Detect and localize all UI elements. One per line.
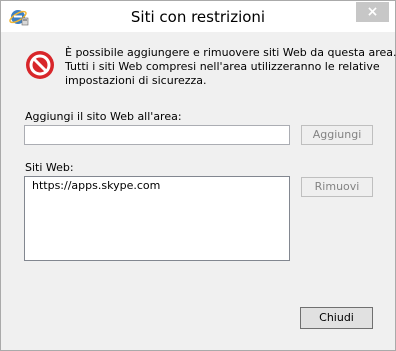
websites-label: Siti Web: <box>25 161 74 174</box>
window-title: Siti con restrizioni <box>130 8 266 26</box>
info-line: È possibile aggiungere e rimuovere siti … <box>65 46 396 59</box>
list-item[interactable]: https://apps.skype.com <box>25 177 289 194</box>
add-button[interactable]: Aggiungi <box>301 125 373 145</box>
websites-list[interactable]: https://apps.skype.com <box>24 176 290 261</box>
info-line: Tutti i siti Web compresi nell'area util… <box>65 60 380 73</box>
no-entry-icon <box>26 51 54 79</box>
add-site-input[interactable] <box>24 125 290 145</box>
close-button[interactable]: Chiudi <box>300 307 373 329</box>
info-line: impostazioni di sicurezza. <box>65 74 207 87</box>
close-window-button[interactable]: × <box>356 2 389 22</box>
remove-button[interactable]: Rimuovi <box>301 177 373 197</box>
dialog-window: Siti con restrizioni × È possibile aggiu… <box>0 0 396 351</box>
title-bar[interactable]: Siti con restrizioni × <box>1 1 395 32</box>
add-site-label: Aggiungi il sito Web all'area: <box>25 110 182 123</box>
info-message: È possibile aggiungere e rimuovere siti … <box>65 46 396 88</box>
